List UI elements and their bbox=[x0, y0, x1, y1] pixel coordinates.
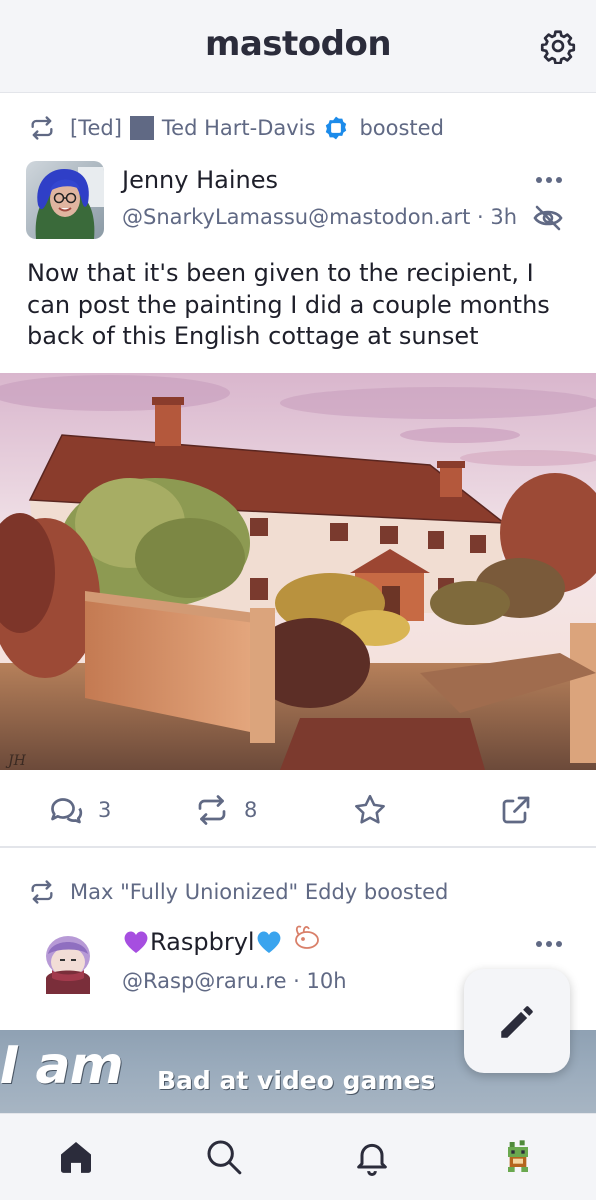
painting-signature: JH bbox=[5, 753, 27, 769]
verified-badge-icon bbox=[326, 116, 347, 140]
post-content: Now that it's been given to the recipien… bbox=[27, 259, 550, 350]
share-button[interactable] bbox=[498, 792, 548, 828]
media-caption-large: I am bbox=[0, 1036, 124, 1096]
author-display-name[interactable]: Raspbryl bbox=[150, 928, 255, 956]
reply-icon bbox=[51, 798, 83, 824]
boost-count: 8 bbox=[244, 798, 258, 822]
author-handle-line: @SnarkyLamassu@mastodon.art · 3h bbox=[122, 205, 517, 229]
boost-icon bbox=[31, 880, 53, 904]
booster-prefix[interactable]: [Ted] bbox=[70, 116, 122, 140]
boost-icon bbox=[31, 116, 53, 140]
post-time[interactable]: 3h bbox=[490, 205, 517, 229]
author-display-name-row: Raspbryl bbox=[122, 925, 321, 956]
notifications-bell-icon[interactable] bbox=[352, 1136, 392, 1178]
reply-count: 3 bbox=[98, 798, 112, 822]
compose-button[interactable] bbox=[464, 969, 570, 1073]
author-handle[interactable]: @SnarkyLamassu@mastodon.art bbox=[122, 205, 470, 229]
app-logo: mastodon bbox=[204, 24, 392, 64]
gear-icon[interactable] bbox=[540, 28, 576, 64]
share-icon bbox=[502, 796, 530, 824]
pencil-icon bbox=[501, 1006, 533, 1038]
author-handle[interactable]: @Rasp@raru.re bbox=[122, 969, 286, 993]
boost-button[interactable]: 8 bbox=[194, 792, 257, 828]
purple-heart-emoji-icon bbox=[124, 931, 148, 953]
blue-heart-emoji-icon bbox=[257, 931, 281, 953]
visibility-unlisted-icon bbox=[533, 205, 563, 231]
profile-avatar-icon[interactable] bbox=[498, 1136, 538, 1178]
more-options-icon[interactable] bbox=[534, 934, 564, 954]
boosted-label: boosted bbox=[359, 116, 444, 140]
avatar[interactable] bbox=[26, 161, 104, 239]
booster-name[interactable]: Ted Hart-Davis bbox=[162, 116, 316, 140]
top-bar: mastodon bbox=[0, 0, 596, 93]
post-action-bar: 3 8 bbox=[0, 770, 596, 848]
post-time[interactable]: 10h bbox=[307, 969, 347, 993]
post-media-image[interactable]: JH bbox=[0, 373, 596, 770]
author-handle-line: @Rasp@raru.re · 10h bbox=[122, 969, 347, 993]
search-icon[interactable] bbox=[204, 1136, 244, 1178]
avatar[interactable] bbox=[34, 928, 102, 996]
boost-indicator: Max "Fully Unionized" Eddy boosted bbox=[28, 877, 448, 907]
more-options-icon[interactable] bbox=[534, 170, 564, 190]
favourite-button[interactable] bbox=[352, 792, 402, 828]
author-display-name[interactable]: Jenny Haines bbox=[122, 166, 278, 194]
booster-line[interactable]: Max "Fully Unionized" Eddy boosted bbox=[70, 880, 448, 904]
handle-separator: · bbox=[286, 969, 307, 993]
booster-emoji bbox=[129, 116, 154, 140]
handle-separator: · bbox=[470, 205, 491, 229]
star-icon bbox=[355, 794, 385, 824]
home-icon[interactable] bbox=[56, 1136, 96, 1178]
rabbit-emoji-icon bbox=[294, 925, 319, 949]
reply-button[interactable]: 3 bbox=[48, 792, 111, 828]
bottom-navigation bbox=[0, 1113, 596, 1200]
boost-icon bbox=[198, 795, 226, 825]
boost-indicator: [Ted] Ted Hart-Davis boosted bbox=[28, 113, 444, 143]
media-caption-small: Bad at video games bbox=[157, 1066, 436, 1095]
